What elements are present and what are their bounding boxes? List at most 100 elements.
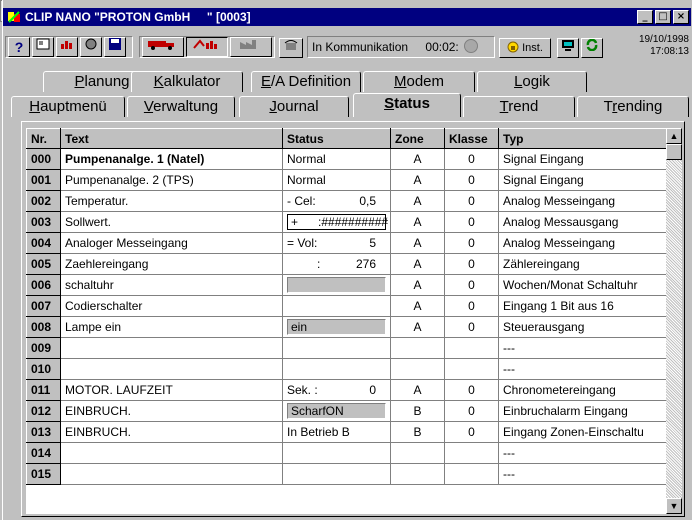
status-number: 0 <box>369 383 376 397</box>
status-field[interactable]: + :########## <box>287 214 388 230</box>
column-header-klasse[interactable]: Klasse <box>444 128 499 149</box>
row-zone: B <box>390 400 445 422</box>
table-row[interactable]: 004 Analoger Messeingang = Vol: 5 A 0 Analog M… <box>26 232 667 254</box>
column-header-nr[interactable]: Nr. <box>26 128 61 149</box>
toolbar: ? In Kommunikation 00:02: Inst. 19/10/19… <box>3 28 691 64</box>
refresh-icon[interactable] <box>581 38 603 58</box>
column-header-zone[interactable]: Zone <box>390 128 445 149</box>
row-klasse: 0 <box>444 253 499 275</box>
tab-e-a-definition[interactable]: E/A Definition <box>251 71 361 92</box>
status-value: Sek. : 0 <box>287 383 386 397</box>
row-typ: Analog Messausgang <box>498 211 667 233</box>
status-led-icon <box>464 39 479 53</box>
truck-icon[interactable] <box>142 37 184 57</box>
table-row[interactable]: 008 Lampe ein ein A 0 Steuerausgang <box>26 316 667 338</box>
table-row[interactable]: 006 schaltuhr A 0 Wochen/Monat Schaltuhr <box>26 274 667 296</box>
row-typ: --- <box>498 442 667 464</box>
row-klasse: 0 <box>444 274 499 296</box>
column-header-status[interactable]: Status <box>282 128 391 149</box>
row-number: 000 <box>26 148 61 170</box>
inst-button[interactable]: Inst. <box>499 38 551 58</box>
tab-trend[interactable]: Trend <box>463 96 575 117</box>
tab-trending[interactable]: Trending <box>577 96 689 117</box>
tab-verwaltung[interactable]: Verwaltung <box>127 96 235 117</box>
table-row[interactable]: 013 EINBRUCH. In Betrieb B B 0 Eingang Zonen-… <box>26 421 667 443</box>
table-row[interactable]: 007 Codierschalter A 0 Eingang 1 Bit aus 16 <box>26 295 667 317</box>
table-row[interactable]: 012 EINBRUCH. ScharfON B 0 Einbruchalarm Eing… <box>26 400 667 422</box>
card-icon[interactable] <box>32 37 54 57</box>
save-icon[interactable] <box>104 37 126 57</box>
tab-journal[interactable]: Journal <box>239 96 349 117</box>
communication-timer: 00:02: <box>425 40 459 54</box>
scroll-down-button[interactable]: ▼ <box>666 498 682 514</box>
status-field[interactable]: ScharfON <box>287 403 386 419</box>
table-row[interactable]: 005 Zaehlereingang : 276 A 0 Zählereingang <box>26 253 667 275</box>
table-row[interactable]: 015 --- <box>26 463 667 485</box>
phone-icon[interactable] <box>279 38 303 58</box>
status-field[interactable] <box>287 277 386 293</box>
tab-modem[interactable]: Modem <box>363 71 475 92</box>
chart-icon[interactable] <box>56 37 78 57</box>
row-status: : 276 <box>282 253 391 275</box>
status-grid: Nr. Text Status Zone Klasse Typ 000 Pumpenanal… <box>26 128 667 514</box>
row-status <box>282 463 391 485</box>
row-number: 015 <box>26 463 61 485</box>
disk-icon[interactable] <box>80 37 102 57</box>
row-number: 005 <box>26 253 61 275</box>
table-row[interactable]: 010 --- <box>26 358 667 380</box>
factory-icon[interactable] <box>230 37 272 57</box>
row-zone: A <box>390 316 445 338</box>
row-typ: Einbruchalarm Eingang <box>498 400 667 422</box>
row-typ: --- <box>498 358 667 380</box>
row-klasse: 0 <box>444 400 499 422</box>
bar-chart-icon[interactable] <box>186 37 228 57</box>
row-typ: --- <box>498 337 667 359</box>
table-row[interactable]: 011 MOTOR. LAUFZEIT Sek. :0 A 0 Chronometerei… <box>26 379 667 401</box>
vertical-scrollbar[interactable]: ▲ ▼ <box>666 128 682 514</box>
status-field[interactable]: ein <box>287 319 386 335</box>
row-status: In Betrieb B <box>282 421 391 443</box>
row-text: Pumpenanalge. 2 (TPS) <box>60 169 283 191</box>
row-number: 003 <box>26 211 61 233</box>
status-number: 5 <box>369 236 376 250</box>
scroll-up-button[interactable]: ▲ <box>666 128 682 144</box>
row-status: ein <box>282 316 391 338</box>
row-zone: A <box>390 274 445 296</box>
row-klasse: 0 <box>444 190 499 212</box>
maximize-button[interactable]: □ <box>655 10 671 24</box>
table-row[interactable]: 009 --- <box>26 337 667 359</box>
minimize-button[interactable]: _ <box>637 10 653 24</box>
row-zone: A <box>390 253 445 275</box>
window-controls: _ □ × <box>635 10 689 24</box>
scroll-thumb[interactable] <box>666 144 682 160</box>
tab-hauptmen-[interactable]: Hauptmenü <box>11 96 125 117</box>
column-header-text[interactable]: Text <box>60 128 283 149</box>
column-header-typ[interactable]: Typ <box>498 128 667 149</box>
row-zone <box>390 463 445 485</box>
row-number: 007 <box>26 295 61 317</box>
monitor-icon[interactable] <box>557 38 579 58</box>
date-text: 19/10/1998 <box>638 34 689 45</box>
row-status: Normal <box>282 169 391 191</box>
help-icon[interactable]: ? <box>8 37 30 57</box>
row-status: - Cel: 0,5 <box>282 190 391 212</box>
row-text: Temperatur. <box>60 190 283 212</box>
table-row[interactable]: 001 Pumpenanalge. 2 (TPS) Normal A 0 Signal E… <box>26 169 667 191</box>
row-typ: Signal Eingang <box>498 169 667 191</box>
row-status <box>282 442 391 464</box>
table-row[interactable]: 014 --- <box>26 442 667 464</box>
tab-kalkulator[interactable]: Kalkulator <box>131 71 243 92</box>
row-number: 011 <box>26 379 61 401</box>
status-number: 276 <box>355 257 376 271</box>
table-row[interactable]: 000 Pumpenanalge. 1 (Natel) Normal A 0 Signal… <box>26 148 667 170</box>
close-button[interactable]: × <box>673 10 689 24</box>
row-klasse: 0 <box>444 148 499 170</box>
tab-logik[interactable]: Logik <box>477 71 587 92</box>
row-zone: A <box>390 295 445 317</box>
row-typ: Eingang 1 Bit aus 16 <box>498 295 667 317</box>
app-icon <box>8 11 20 23</box>
communication-status-text: In Kommunikation <box>312 40 409 54</box>
table-row[interactable]: 003 Sollwert. + :########## A 0 Analog Messau… <box>26 211 667 233</box>
table-row[interactable]: 002 Temperatur. - Cel: 0,5 A 0 Analog Messeing… <box>26 190 667 212</box>
tab-status[interactable]: Status <box>353 93 461 117</box>
